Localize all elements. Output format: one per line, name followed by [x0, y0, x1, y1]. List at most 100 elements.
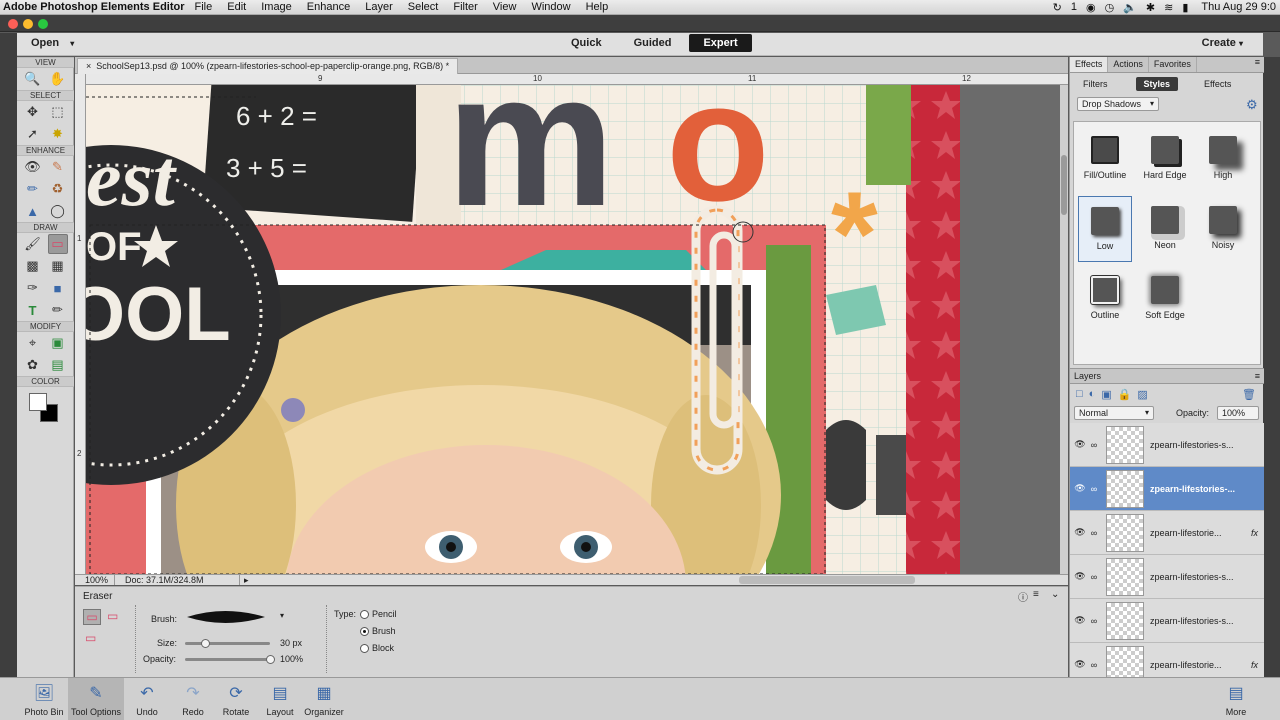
- brush-dropdown-icon[interactable]: ▾: [280, 611, 284, 620]
- eye-icon[interactable]: 👁: [1072, 483, 1088, 494]
- record-icon[interactable]: ◉: [1086, 1, 1096, 14]
- layer-opacity-field[interactable]: 100%: [1217, 406, 1259, 420]
- lock-icon[interactable]: 🔒: [1118, 388, 1132, 401]
- close-window-button[interactable]: [8, 19, 18, 29]
- blend-mode-dropdown[interactable]: Normal ▾: [1074, 406, 1154, 420]
- style-noisy[interactable]: Noisy: [1196, 196, 1250, 262]
- menu-file[interactable]: File: [195, 1, 213, 13]
- new-layer-icon[interactable]: □: [1076, 388, 1083, 400]
- zoom-level[interactable]: 100%: [75, 575, 115, 585]
- style-neon[interactable]: Neon: [1138, 196, 1192, 262]
- opacity-slider-knob[interactable]: [265, 655, 275, 664]
- subtab-styles[interactable]: Styles: [1135, 77, 1179, 91]
- layer-row[interactable]: 👁 ∞ zpearn-lifestories-...: [1070, 467, 1264, 511]
- link-icon[interactable]: ∞: [1088, 616, 1100, 626]
- layer-row[interactable]: 👁 ∞ zpearn-lifestories-s...: [1070, 423, 1264, 467]
- straighten-tool-icon[interactable]: ▤: [48, 355, 68, 375]
- canvas-area[interactable]: 6 + 2 = 3 + 5 = m o * est OF OOL: [86, 85, 1060, 574]
- canvas-horizontal-scrollbar[interactable]: [738, 576, 915, 584]
- blur-tool-icon[interactable]: ▲: [23, 201, 43, 221]
- sponge-tool-icon[interactable]: ◯: [48, 201, 68, 221]
- layer-style-fx-icon[interactable]: fx: [1251, 528, 1258, 538]
- brush-preview-icon[interactable]: [185, 607, 275, 627]
- open-button[interactable]: Open ▾: [31, 37, 74, 49]
- layer-mask-icon[interactable]: ▣: [1101, 388, 1111, 401]
- style-hard-edge[interactable]: Hard Edge: [1138, 126, 1192, 192]
- move-tool-icon[interactable]: ✥: [23, 102, 43, 122]
- eraser-tool-icon[interactable]: ▭: [47, 234, 68, 254]
- crop-tool-icon[interactable]: ⌖: [23, 333, 43, 353]
- eye-icon[interactable]: 👁: [1072, 659, 1088, 670]
- hand-tool-icon[interactable]: ✋: [48, 69, 68, 89]
- menu-select[interactable]: Select: [408, 1, 439, 13]
- marquee-tool-icon[interactable]: ⬚: [48, 102, 68, 122]
- panel-menu-icon[interactable]: ≡: [1255, 57, 1260, 72]
- link-icon[interactable]: ∞: [1088, 572, 1100, 582]
- lock-all-icon[interactable]: ▨: [1137, 388, 1147, 401]
- layer-row[interactable]: 👁 ∞ zpearn-lifestorie... fx: [1070, 511, 1264, 555]
- style-fill-outline[interactable]: Fill/Outline: [1078, 126, 1132, 192]
- eye-icon[interactable]: 👁: [1072, 439, 1088, 450]
- menu-clock[interactable]: Thu Aug 29 9:0: [1201, 1, 1276, 13]
- tab-actions[interactable]: Actions: [1108, 57, 1149, 72]
- battery-icon[interactable]: ▮: [1182, 1, 1188, 14]
- minimize-window-button[interactable]: [23, 19, 33, 29]
- link-icon[interactable]: ∞: [1088, 660, 1100, 670]
- foreground-color-swatch[interactable]: [29, 393, 47, 411]
- magic-wand-tool-icon[interactable]: ✸: [48, 124, 68, 144]
- style-outline[interactable]: Outline: [1078, 266, 1132, 332]
- panel-menu-icon[interactable]: ≡: [1255, 371, 1260, 381]
- healing-brush-tool-icon[interactable]: ✎: [48, 157, 68, 177]
- tab-favorites[interactable]: Favorites: [1149, 57, 1197, 72]
- shape-tool-icon[interactable]: ■: [48, 278, 68, 298]
- type-block-radio[interactable]: [360, 644, 369, 653]
- style-high[interactable]: High: [1196, 126, 1250, 192]
- gradient-tool-icon[interactable]: ▦: [48, 256, 68, 276]
- document-tab[interactable]: × SchoolSep13.psd @ 100% (zpearn-lifesto…: [77, 58, 459, 74]
- menu-edit[interactable]: Edit: [227, 1, 246, 13]
- paint-bucket-tool-icon[interactable]: ▩: [23, 256, 43, 276]
- layer-style-fx-icon[interactable]: fx: [1251, 660, 1258, 670]
- volume-icon[interactable]: 🔈: [1123, 1, 1137, 14]
- red-eye-tool-icon[interactable]: 👁: [23, 157, 43, 177]
- layer-row[interactable]: 👁 ∞ zpearn-lifestories-s...: [1070, 599, 1264, 643]
- menu-window[interactable]: Window: [531, 1, 570, 13]
- menu-help[interactable]: Help: [586, 1, 609, 13]
- organizer-button[interactable]: ▦ Organizer: [296, 678, 352, 720]
- help-icon[interactable]: ⓘ: [1018, 589, 1028, 604]
- brush-tool-icon[interactable]: 🖌: [23, 234, 43, 254]
- eyedropper-tool-icon[interactable]: ✑: [23, 278, 43, 298]
- status-menu-arrow-icon[interactable]: ▸: [240, 575, 249, 586]
- create-button[interactable]: Create ▾: [1202, 37, 1243, 49]
- eraser-mode-icon[interactable]: ▭: [83, 609, 101, 625]
- more-button[interactable]: ▤ More: [1208, 678, 1264, 720]
- layer-row[interactable]: 👁 ∞ zpearn-lifestories-s...: [1070, 555, 1264, 599]
- pencil-tool-icon[interactable]: ✏: [48, 300, 68, 320]
- time-machine-icon[interactable]: ◷: [1105, 1, 1115, 14]
- background-eraser-icon[interactable]: ▭: [107, 609, 118, 623]
- clone-stamp-tool-icon[interactable]: ♻: [48, 179, 68, 199]
- menu-filter[interactable]: Filter: [453, 1, 477, 13]
- smart-brush-tool-icon[interactable]: ✏: [23, 179, 43, 199]
- sync-icon[interactable]: ↻: [1053, 1, 1062, 14]
- bluetooth-icon[interactable]: ✱: [1146, 1, 1155, 14]
- style-category-dropdown[interactable]: Drop Shadows ▾: [1077, 97, 1159, 111]
- tab-expert[interactable]: Expert: [689, 34, 752, 52]
- magic-eraser-icon[interactable]: ▭: [85, 631, 96, 645]
- link-icon[interactable]: ∞: [1088, 528, 1100, 538]
- eye-icon[interactable]: 👁: [1072, 571, 1088, 582]
- content-aware-move-tool-icon[interactable]: ✿: [23, 355, 43, 375]
- tool-options-button[interactable]: ✎ Tool Options: [68, 678, 124, 720]
- link-icon[interactable]: ∞: [1088, 440, 1100, 450]
- trash-icon[interactable]: 🗑: [1242, 388, 1256, 401]
- subtab-effects[interactable]: Effects: [1196, 77, 1239, 91]
- menu-view[interactable]: View: [493, 1, 517, 13]
- status-badge[interactable]: 1: [1071, 1, 1077, 13]
- adjustment-layer-icon[interactable]: ◐: [1089, 388, 1096, 400]
- subtab-filters[interactable]: Filters: [1075, 77, 1116, 91]
- link-icon[interactable]: ∞: [1088, 484, 1100, 494]
- tab-quick[interactable]: Quick: [557, 34, 616, 52]
- zoom-tool-icon[interactable]: 🔍: [23, 69, 43, 89]
- panel-menu-icon[interactable]: ≡: [1033, 589, 1039, 600]
- canvas-vertical-scrollbar[interactable]: [1060, 85, 1068, 574]
